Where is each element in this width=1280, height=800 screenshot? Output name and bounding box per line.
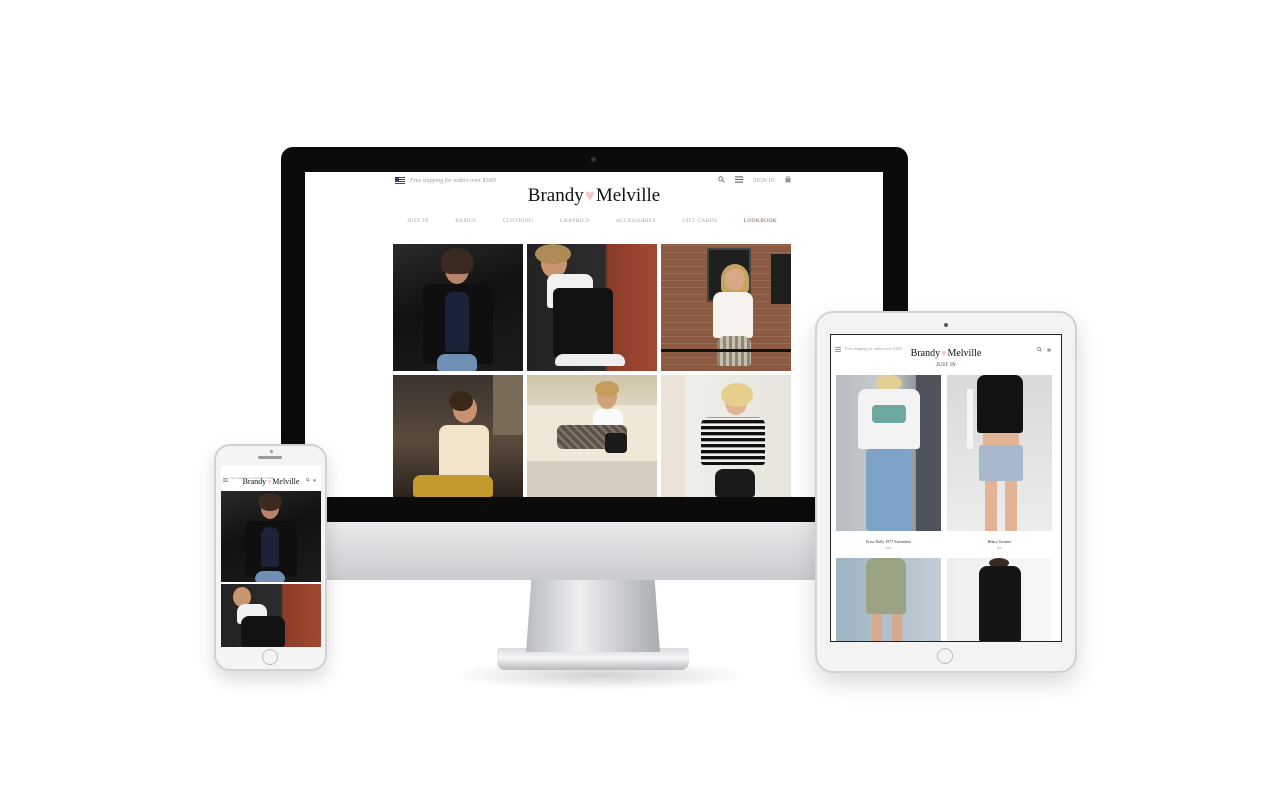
tablet-brand-left: Brandy [910, 348, 941, 359]
nav-basics[interactable]: BASICS [455, 218, 476, 224]
sign-in-link[interactable]: SIGN IN [753, 178, 775, 184]
utility-nav: SIGN IN [718, 175, 791, 185]
lookbook-photo[interactable] [661, 244, 791, 371]
phone-brand-right: Melville [272, 477, 300, 486]
shipping-text: Free shipping for orders over $100! [410, 177, 497, 184]
menu-icon[interactable] [735, 176, 743, 185]
product-price: $32 [996, 546, 1003, 550]
tablet-home-button[interactable] [937, 648, 953, 664]
phone-brand-left: Brandy [242, 477, 267, 486]
tablet-section-title: JUST IN [936, 363, 956, 368]
lookbook-photo[interactable] [527, 244, 657, 371]
tablet-brand-right: Melville [947, 348, 982, 359]
lookbook-photo[interactable] [661, 375, 791, 497]
product-name[interactable]: Hilary Sweater [947, 539, 1052, 544]
tablet-camera [944, 323, 948, 327]
nav-graphics[interactable]: GRAPHICS [560, 218, 590, 224]
tablet-site: Free shipping for orders over $100! Bran… [830, 334, 1062, 642]
nav-clothing[interactable]: CLOTHING [503, 218, 534, 224]
phone-home-button[interactable] [262, 649, 278, 665]
brand-logo[interactable]: Brandy♥Melville [305, 185, 883, 207]
phone-heart-icon: ♥ [267, 478, 272, 486]
product-price: $36 [885, 546, 892, 550]
nav-gift-cards[interactable]: GIFT CARDS [682, 218, 717, 224]
lookbook-photo[interactable] [393, 375, 523, 497]
us-flag-icon[interactable] [395, 177, 405, 184]
imac-camera [591, 157, 596, 162]
search-icon[interactable] [718, 176, 725, 185]
phone-lookbook-photo[interactable] [221, 584, 321, 647]
tablet-brand-logo[interactable]: Brandy♥Melville [831, 348, 1061, 359]
phone-brand-logo[interactable]: Brandy♥Melville [221, 477, 321, 486]
nav-accessories[interactable]: ACCESSORIES [616, 218, 656, 224]
heart-logo-icon: ♥ [584, 186, 595, 205]
tablet-heart-icon: ♥ [941, 348, 947, 358]
phone-camera [270, 450, 273, 453]
imac-stand [526, 580, 660, 652]
bag-icon[interactable] [785, 175, 791, 185]
main-nav: JUST IN BASICS CLOTHING GRAPHICS ACCESSO… [407, 218, 777, 224]
imac-chin [281, 522, 908, 580]
phone-lookbook-photo[interactable] [221, 491, 321, 582]
shipping-bar: Free shipping for orders over $100! [395, 177, 496, 184]
brand-right: Melville [595, 185, 661, 206]
desktop-site: Free shipping for orders over $100! SIGN… [305, 172, 883, 497]
product-image[interactable] [836, 375, 941, 531]
nav-lookbook[interactable]: LOOKBOOK [744, 218, 777, 224]
product-image[interactable] [947, 375, 1052, 531]
nav-just-in[interactable]: JUST IN [407, 218, 429, 224]
lookbook-photo[interactable] [527, 375, 657, 497]
product-image[interactable] [836, 558, 941, 641]
brand-left: Brandy [527, 185, 584, 206]
phone-site: Free shipping for orders over $100! Bran… [221, 466, 321, 647]
product-image[interactable] [947, 558, 1052, 641]
lookbook-photo[interactable] [393, 244, 523, 371]
phone-speaker [258, 456, 282, 459]
product-name[interactable]: Erica Daily 1977 Sweatshirt [836, 539, 941, 544]
